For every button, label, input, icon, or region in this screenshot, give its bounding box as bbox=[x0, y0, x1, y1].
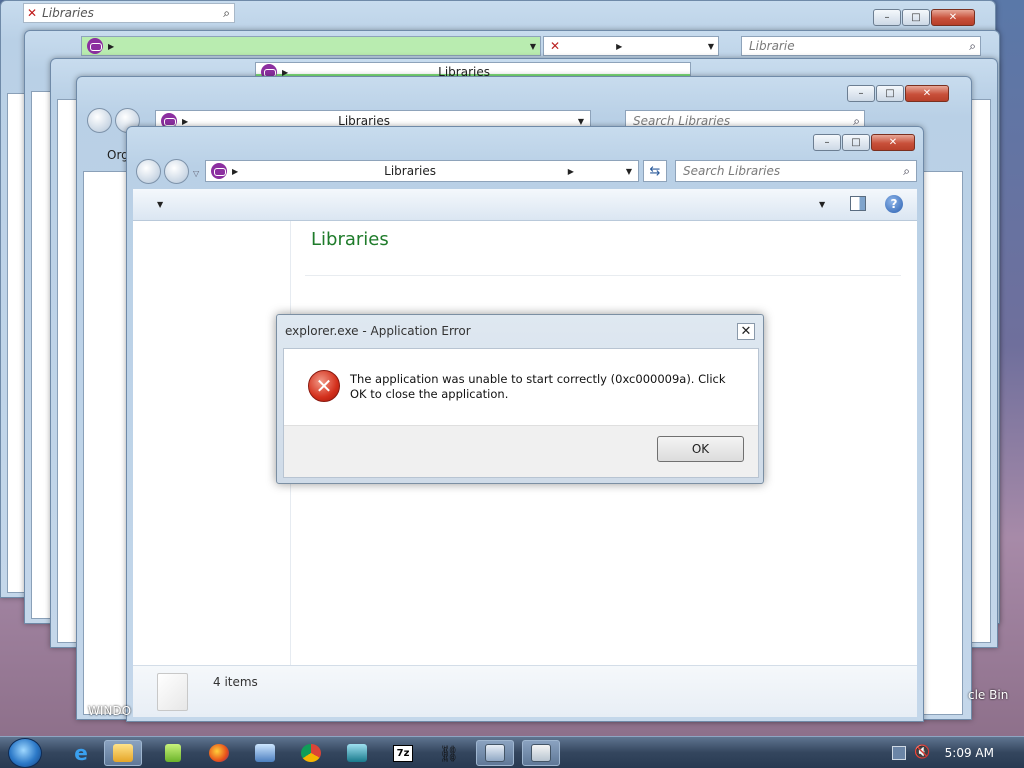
firefox-icon bbox=[209, 744, 229, 762]
libraries-icon bbox=[87, 38, 103, 54]
error-app-icon: ✕ bbox=[27, 6, 38, 20]
taskbar-window-b[interactable] bbox=[522, 740, 560, 766]
view-options-icon[interactable]: ▼ bbox=[819, 200, 825, 209]
dropdown-arrow-icon[interactable]: ▼ bbox=[578, 117, 584, 126]
window-controls: – □ ✕ bbox=[847, 85, 949, 102]
organize-dropdown-icon[interactable]: ▼ bbox=[157, 200, 163, 209]
stop-address-bar[interactable]: ✕ ▶ ▼ bbox=[543, 36, 719, 56]
taskbar-notepad[interactable] bbox=[154, 740, 192, 766]
maximize-button[interactable]: □ bbox=[876, 85, 904, 102]
volume-icon[interactable]: 🔇 bbox=[914, 745, 930, 760]
dialog-title: explorer.exe - Application Error bbox=[285, 324, 471, 338]
background-address-bar-1[interactable]: ✕ Libraries ⌕ bbox=[23, 3, 235, 23]
help-icon[interactable]: ? bbox=[885, 195, 903, 213]
background-search-box[interactable]: Librarie ⌕ bbox=[741, 36, 981, 56]
back-button[interactable] bbox=[136, 159, 161, 184]
dialog-body: ✕ The application was unable to start co… bbox=[283, 348, 759, 478]
minimize-button[interactable]: – bbox=[813, 134, 841, 151]
breadcrumb-arrow-icon: ▶ bbox=[232, 166, 239, 176]
taskbar-explorer[interactable] bbox=[104, 740, 142, 766]
refresh-icon: ⇆ bbox=[649, 163, 661, 179]
dropdown-arrow-icon[interactable]: ▼ bbox=[530, 42, 536, 51]
minimize-button[interactable]: – bbox=[873, 9, 901, 26]
close-button[interactable]: ✕ bbox=[931, 9, 975, 26]
dropdown-arrow-icon[interactable]: ▼ bbox=[626, 167, 632, 176]
taskbar-chrome[interactable] bbox=[292, 740, 330, 766]
taskbar-7zip[interactable]: 7z bbox=[384, 740, 422, 766]
window-controls: – □ ✕ bbox=[813, 134, 915, 151]
taskbar-window-a[interactable] bbox=[476, 740, 514, 766]
error-dialog: explorer.exe - Application Error ✕ ✕ The… bbox=[276, 314, 764, 484]
taskbar-app[interactable]: ⛓ bbox=[430, 740, 468, 766]
app-icon bbox=[531, 744, 551, 762]
navigation-pane bbox=[133, 221, 291, 665]
search-box[interactable]: Search Libraries ⌕ bbox=[675, 160, 917, 182]
network-icon[interactable] bbox=[892, 746, 906, 760]
taskbar-firefox[interactable] bbox=[200, 740, 238, 766]
error-message: The application was unable to start corr… bbox=[350, 372, 726, 401]
library-heading: Libraries bbox=[311, 229, 389, 250]
stop-icon[interactable]: ✕ bbox=[550, 39, 560, 53]
taskbar-remote[interactable] bbox=[246, 740, 284, 766]
green-address-bar[interactable]: ▶ ▼ bbox=[81, 36, 541, 56]
search-icon[interactable]: ⌕ bbox=[223, 6, 230, 21]
dropdown-arrow-icon[interactable]: ▼ bbox=[708, 42, 714, 51]
recycle-bin-label[interactable]: cle Bin bbox=[968, 688, 1008, 702]
error-icon: ✕ bbox=[308, 370, 340, 402]
address-text: Libraries bbox=[384, 164, 436, 178]
item-count: 4 items bbox=[213, 675, 258, 689]
taskbar-monitor[interactable] bbox=[338, 740, 376, 766]
search-icon[interactable]: ⌕ bbox=[969, 39, 976, 54]
breadcrumb-next-icon[interactable]: ▶ bbox=[568, 167, 574, 176]
window-icon bbox=[485, 744, 505, 762]
chain-icon: ⛓ bbox=[438, 743, 460, 763]
start-orb-icon[interactable] bbox=[8, 738, 42, 768]
close-button[interactable]: ✕ bbox=[905, 85, 949, 102]
ok-button[interactable]: OK bbox=[657, 436, 744, 462]
back-button[interactable] bbox=[87, 108, 112, 133]
address-text: Libraries bbox=[42, 6, 94, 20]
minimize-button[interactable]: – bbox=[847, 85, 875, 102]
search-text-fragment: Librarie bbox=[749, 39, 795, 53]
breadcrumb-arrow-icon: ▶ bbox=[108, 41, 115, 51]
window-controls: – □ ✕ bbox=[873, 9, 975, 26]
preview-pane-icon[interactable] bbox=[850, 196, 866, 211]
clock[interactable]: 5:09 AM bbox=[945, 746, 994, 760]
address-bar[interactable]: ▶ Libraries ▶ ▼ bbox=[205, 160, 639, 182]
dialog-close-button[interactable]: ✕ bbox=[737, 323, 755, 340]
search-placeholder: Search Libraries bbox=[683, 164, 781, 178]
libraries-icon bbox=[211, 163, 227, 179]
ie-icon: e bbox=[74, 741, 88, 765]
forward-button[interactable] bbox=[164, 159, 189, 184]
7zip-icon: 7z bbox=[392, 744, 414, 762]
heading-divider bbox=[305, 275, 901, 276]
search-icon[interactable]: ⌕ bbox=[903, 164, 910, 179]
maximize-button[interactable]: □ bbox=[902, 9, 930, 26]
items-icon bbox=[157, 673, 188, 711]
system-tray: 🔇 5:09 AM bbox=[884, 737, 1024, 768]
details-pane: 4 items bbox=[133, 665, 917, 717]
taskbar: e 7z ⛓ 🔇 5:09 AM bbox=[0, 736, 1024, 768]
command-bar: ▼ ▼ ? bbox=[133, 189, 917, 221]
breadcrumb-arrow-icon: ▶ bbox=[182, 116, 189, 126]
monitor-icon bbox=[347, 744, 367, 762]
desktop-icon-label[interactable]: WINDO bbox=[88, 704, 131, 718]
refresh-button[interactable]: ⇆ bbox=[643, 160, 667, 182]
notepad-icon bbox=[165, 744, 181, 762]
chrome-icon bbox=[301, 744, 321, 762]
remote-icon bbox=[255, 744, 275, 762]
dialog-footer: OK bbox=[284, 425, 758, 477]
maximize-button[interactable]: □ bbox=[842, 134, 870, 151]
taskbar-ie[interactable]: e bbox=[62, 740, 100, 766]
breadcrumb-arrow-icon: ▶ bbox=[616, 41, 623, 51]
folder-icon bbox=[113, 744, 133, 762]
close-button[interactable]: ✕ bbox=[871, 134, 915, 151]
recent-pages-icon[interactable]: ▽ bbox=[193, 169, 199, 178]
